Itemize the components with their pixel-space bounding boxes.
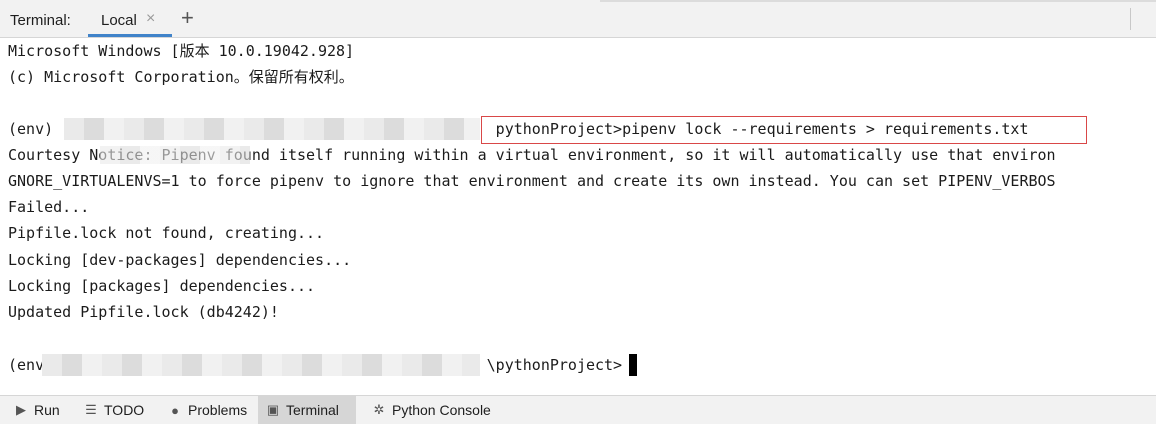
tab-local-label: Local (101, 12, 137, 29)
terminal-line: Pipfile.lock not found, creating... (8, 224, 325, 242)
python-console-label: Python Console (392, 402, 491, 418)
terminal-line: Locking [dev-packages] dependencies... (8, 251, 352, 269)
terminal-button[interactable]: ▣ Terminal (258, 396, 356, 424)
run-label: Run (34, 402, 60, 418)
terminal-icon: ▣ (266, 402, 280, 417)
problems-button[interactable]: ● Problems (160, 396, 255, 424)
terminal-line: Updated Pipfile.lock (db4242)! (8, 303, 279, 321)
terminal-line: GNORE_VIRTUALENVS=1 to force pipenv to i… (8, 172, 1056, 190)
terminal-line: Microsoft Windows [版本 10.0.19042.928] (8, 42, 355, 60)
redacted-fragment (100, 146, 250, 164)
python-console-icon: ✲ (373, 402, 385, 417)
terminal-line: (c) Microsoft Corporation。保留所有权利。 (8, 68, 354, 86)
redacted-path (42, 354, 480, 376)
redacted-path (64, 118, 480, 140)
todo-label: TODO (104, 402, 145, 418)
add-tab-icon[interactable]: + (181, 7, 194, 29)
terminal-output[interactable]: Microsoft Windows [版本 10.0.19042.928] (c… (0, 38, 1156, 394)
terminal-title: Terminal: (10, 12, 71, 29)
run-icon: ▶ (16, 402, 26, 417)
terminal-line: Failed... (8, 198, 90, 216)
close-icon[interactable]: × (146, 10, 155, 28)
todo-button[interactable]: ☰ TODO (76, 396, 152, 424)
top-divider (600, 0, 1156, 2)
tool-window-bar: ▶ Run ☰ TODO ● Problems ▣ Terminal ✲ Pyt… (0, 395, 1156, 424)
run-button[interactable]: ▶ Run (6, 396, 68, 424)
text-cursor (629, 354, 637, 376)
tabbar-divider (1130, 8, 1131, 30)
terminal-line: Locking [packages] dependencies... (8, 277, 316, 295)
todo-icon: ☰ (85, 402, 97, 417)
python-console-button[interactable]: ✲ Python Console (364, 396, 499, 424)
terminal-label: Terminal (286, 402, 339, 418)
highlighted-command-box (481, 116, 1087, 144)
problems-label: Problems (188, 402, 248, 418)
tab-local[interactable]: Local × (88, 0, 172, 37)
problems-icon: ● (171, 402, 179, 418)
terminal-tabbar: Terminal: Local × + (0, 0, 1156, 38)
